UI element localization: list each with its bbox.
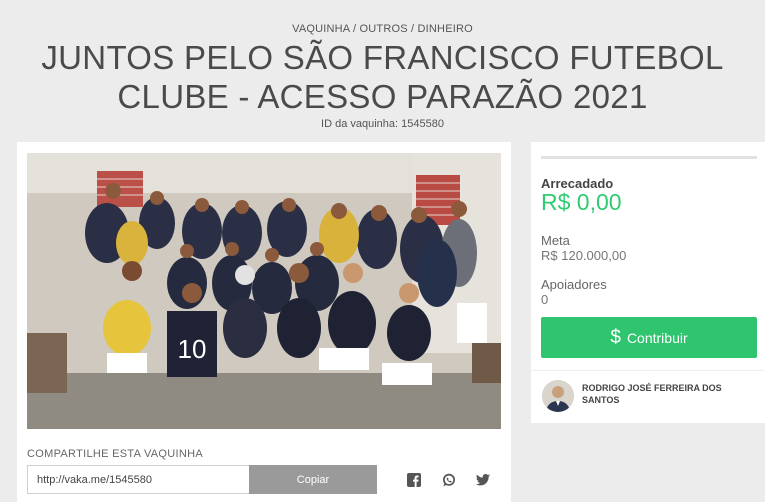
vaquinha-id: ID da vaquinha: 1545580 bbox=[321, 118, 444, 130]
twitter-icon[interactable] bbox=[476, 473, 490, 487]
share-label: COMPARTILHE ESTA VAQUINHA bbox=[27, 448, 203, 460]
organizer-name[interactable]: RODRIGO JOSÉ FERREIRA DOS SANTOS bbox=[582, 382, 752, 406]
contribute-label: Contribuir bbox=[626, 329, 688, 346]
supporters-value: 0 bbox=[541, 292, 549, 307]
whatsapp-icon[interactable] bbox=[442, 473, 456, 487]
team-photo: 10 bbox=[27, 153, 501, 429]
breadcrumb[interactable]: VAQUINHA / OUTROS / DINHEIRO bbox=[0, 23, 765, 35]
copy-button[interactable]: Copiar bbox=[249, 465, 377, 494]
campaign-card: 10 COMPARTILHE ESTA VAQUINHA Copiar bbox=[17, 142, 511, 502]
facebook-icon[interactable] bbox=[407, 473, 421, 487]
avatar[interactable] bbox=[542, 380, 574, 412]
contribute-button[interactable]: $ Contribuir bbox=[541, 317, 757, 358]
jersey-number: 10 bbox=[178, 334, 207, 364]
dollar-icon: $ bbox=[610, 327, 621, 348]
page-title: JUNTOS PELO SÃO FRANCISCO FUTEBOL CLUBE … bbox=[41, 39, 724, 115]
raised-value: R$ 0,00 bbox=[541, 189, 622, 215]
divider bbox=[531, 370, 765, 371]
goal-value: R$ 120.000,00 bbox=[541, 248, 627, 263]
goal-label: Meta bbox=[541, 233, 570, 248]
supporters-label: Apoiadores bbox=[541, 277, 607, 292]
stats-card: Arrecadado R$ 0,00 Meta R$ 120.000,00 Ap… bbox=[531, 142, 765, 423]
share-link-input[interactable] bbox=[27, 465, 249, 494]
progress-bar bbox=[541, 156, 757, 159]
